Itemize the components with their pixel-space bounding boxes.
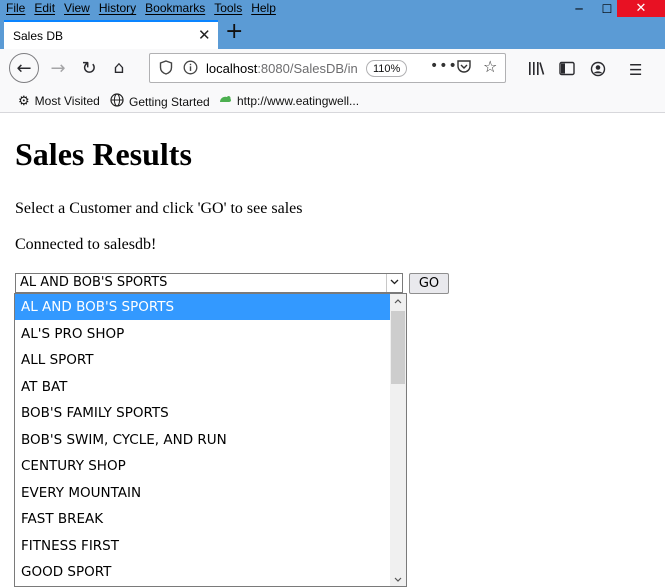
- title-bar: File Edit View History Bookmarks Tools H…: [0, 0, 665, 17]
- menu-file[interactable]: File: [6, 0, 25, 17]
- close-tab-icon[interactable]: ✕: [198, 26, 211, 44]
- url-host: localhost: [206, 61, 258, 76]
- bookmark-most-visited[interactable]: ⚙ Most Visited: [18, 93, 100, 109]
- url-bar[interactable]: localhost:8080/SalesDB/in 110% ••• ☆: [149, 53, 506, 83]
- pocket-icon[interactable]: [456, 59, 472, 78]
- bookmark-label: Most Visited: [34, 94, 100, 108]
- instruction-text: Select a Customer and click 'GO' to see …: [15, 200, 303, 217]
- page-actions-icon[interactable]: •••: [430, 58, 458, 74]
- minimize-button[interactable]: ─: [568, 0, 590, 17]
- bookmarks-toolbar: ⚙ Most Visited Getting Started http://ww…: [0, 87, 665, 113]
- customer-select[interactable]: AL AND BOB'S SPORTS: [15, 273, 403, 293]
- list-item[interactable]: FITNESS FIRST: [15, 533, 391, 559]
- customer-select-value: AL AND BOB'S SPORTS: [20, 275, 168, 290]
- browser-window: File Edit View History Bookmarks Tools H…: [0, 0, 665, 587]
- list-item[interactable]: AL AND BOB'S SPORTS: [15, 294, 391, 320]
- new-tab-button[interactable]: +: [225, 19, 243, 45]
- list-item[interactable]: ALL SPORT: [15, 347, 391, 373]
- menu-history[interactable]: History: [99, 0, 136, 17]
- list-item[interactable]: CENTURY SHOP: [15, 453, 391, 479]
- tab-sales-db[interactable]: Sales DB ✕: [4, 20, 218, 49]
- chevron-down-icon[interactable]: [386, 274, 402, 292]
- sidebar-icon[interactable]: [559, 61, 575, 80]
- go-button[interactable]: GO: [409, 273, 449, 294]
- back-button[interactable]: ←: [9, 53, 39, 83]
- home-button[interactable]: ⌂: [106, 53, 132, 83]
- list-item[interactable]: FAST BREAK: [15, 506, 391, 532]
- list-item[interactable]: AT BAT: [15, 374, 391, 400]
- reload-button[interactable]: ↻: [76, 53, 102, 83]
- bookmark-getting-started[interactable]: Getting Started: [110, 93, 210, 110]
- account-icon[interactable]: [590, 61, 606, 81]
- list-item[interactable]: EVERY MOUNTAIN: [15, 480, 391, 506]
- menu-bookmarks[interactable]: Bookmarks: [145, 0, 205, 17]
- list-item[interactable]: GOOD SPORT: [15, 559, 391, 585]
- maximize-button[interactable]: ☐: [596, 0, 618, 17]
- scroll-up-icon[interactable]: [390, 294, 406, 310]
- url-text[interactable]: localhost:8080/SalesDB/in: [206, 61, 364, 76]
- green-bookmark-icon: [218, 93, 232, 108]
- scrollbar-thumb[interactable]: [391, 311, 405, 384]
- bookmark-star-icon[interactable]: ☆: [483, 57, 497, 76]
- bookmark-label: http://www.eatingwell...: [237, 93, 360, 108]
- tracking-shield-icon[interactable]: [159, 60, 173, 79]
- tab-strip: Sales DB ✕ +: [0, 17, 665, 49]
- forward-button[interactable]: →: [45, 53, 71, 83]
- navigation-toolbar: ← → ↻ ⌂ localhost:8080/SalesDB/in 110% •…: [0, 49, 665, 87]
- bookmark-label: Getting Started: [129, 94, 210, 109]
- url-path: :8080/SalesDB/in: [257, 61, 358, 76]
- menu-view[interactable]: View: [64, 0, 90, 17]
- zoom-level-badge[interactable]: 110%: [366, 60, 408, 77]
- close-window-button[interactable]: ✕: [617, 0, 665, 17]
- connection-status: Connected to salesdb!: [15, 236, 157, 253]
- globe-icon: [110, 93, 124, 110]
- menu-edit[interactable]: Edit: [34, 0, 55, 17]
- menu-help[interactable]: Help: [251, 0, 276, 17]
- tab-title: Sales DB: [13, 29, 64, 43]
- menu-bar: File Edit View History Bookmarks Tools H…: [6, 0, 285, 17]
- menu-tools[interactable]: Tools: [214, 0, 242, 17]
- page-content: Sales Results Select a Customer and clic…: [0, 114, 665, 587]
- dropdown-scrollbar[interactable]: [390, 294, 406, 586]
- customer-dropdown-list[interactable]: AL AND BOB'S SPORTS AL'S PRO SHOP ALL SP…: [14, 293, 407, 587]
- site-info-icon[interactable]: [183, 60, 198, 79]
- gear-icon: ⚙: [18, 93, 30, 108]
- bookmark-eatingwell[interactable]: http://www.eatingwell...: [218, 93, 359, 108]
- list-item[interactable]: BOB'S SWIM, CYCLE, AND RUN: [15, 427, 391, 453]
- hamburger-menu-icon[interactable]: ☰: [629, 61, 642, 79]
- list-item[interactable]: BOB'S FAMILY SPORTS: [15, 400, 391, 426]
- list-item[interactable]: AL'S PRO SHOP: [15, 321, 391, 347]
- page-title: Sales Results: [15, 136, 192, 172]
- scroll-down-icon[interactable]: [390, 572, 406, 586]
- library-icon[interactable]: [528, 61, 545, 80]
